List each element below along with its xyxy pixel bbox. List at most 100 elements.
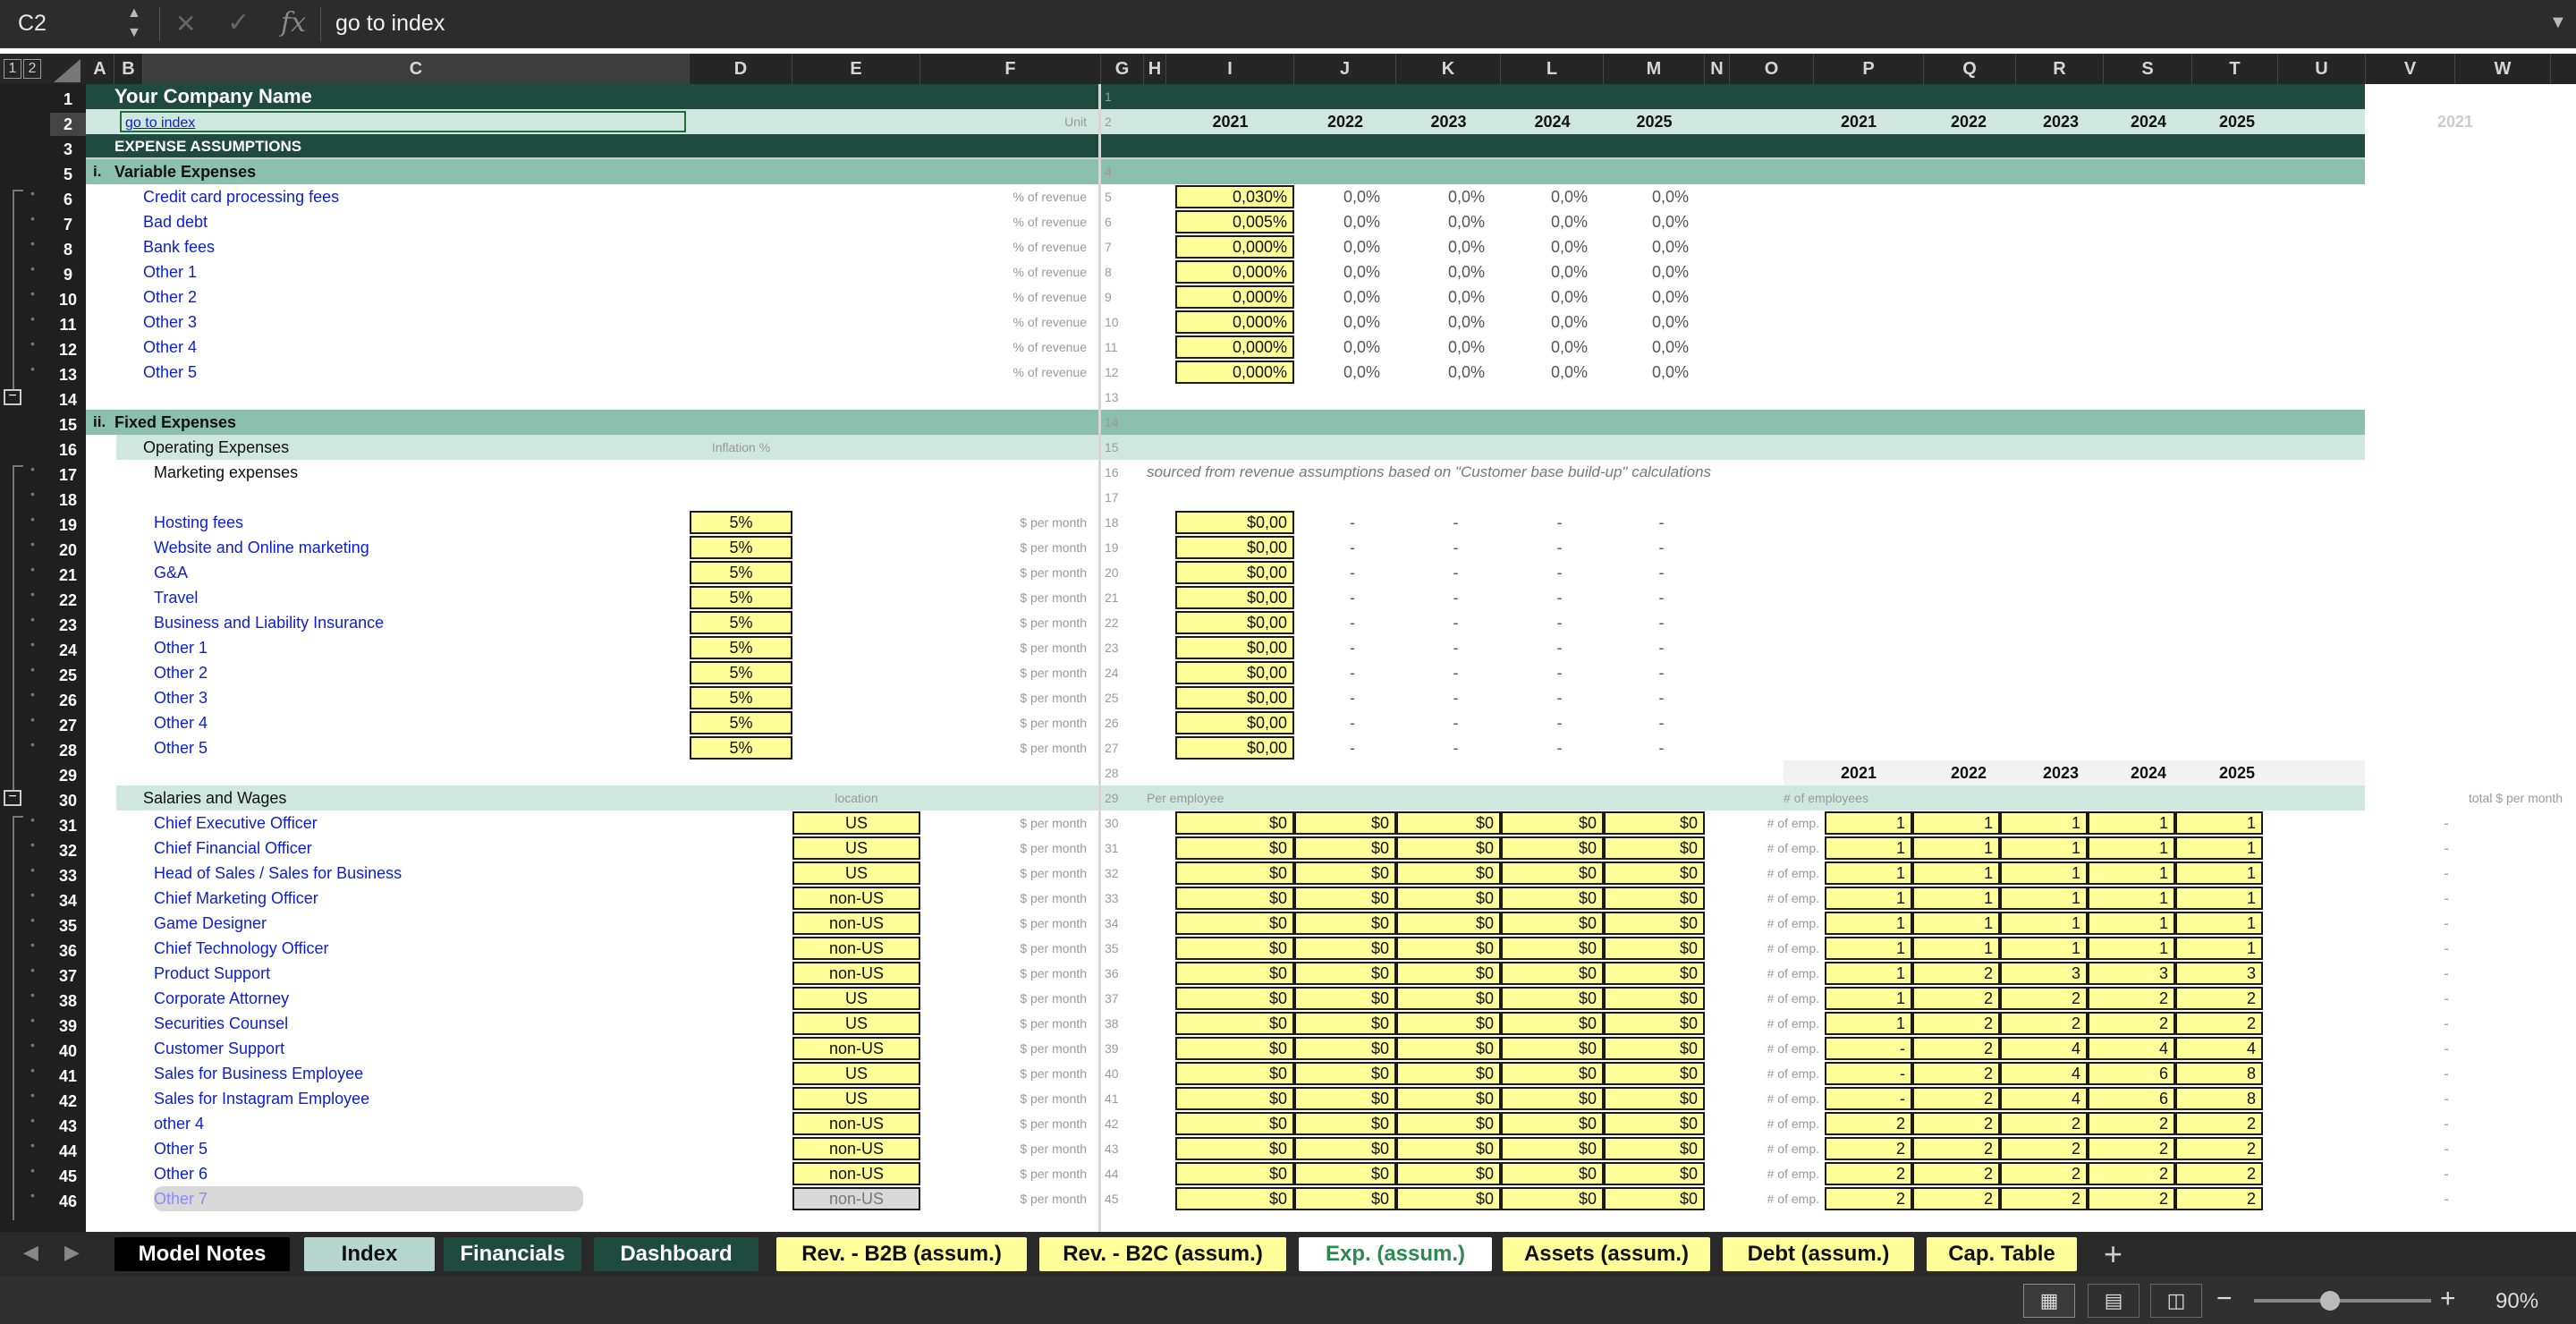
employee-count-input[interactable]: 4 xyxy=(2088,1037,2175,1060)
row-header-45[interactable]: 45 xyxy=(50,1165,86,1188)
salary-input[interactable]: $0 xyxy=(1396,861,1501,885)
fixed-expense-label[interactable]: Travel xyxy=(154,585,583,610)
salary-input[interactable]: $0 xyxy=(1604,887,1705,910)
employee-role-label[interactable]: other 4 xyxy=(154,1111,583,1136)
salary-input[interactable]: $0 xyxy=(1604,811,1705,835)
salary-input[interactable]: $0 xyxy=(1501,1137,1604,1160)
employee-count-input[interactable]: 1 xyxy=(1912,912,2000,935)
inflation-input[interactable]: 5% xyxy=(690,586,792,609)
fixed-expense-label[interactable]: G&A xyxy=(154,560,583,585)
employee-count-input[interactable]: 3 xyxy=(2175,962,2263,985)
row-header-7[interactable]: 7 xyxy=(50,213,86,236)
salary-input[interactable]: $0 xyxy=(1396,1037,1501,1060)
input-cell[interactable]: $0,00 xyxy=(1175,711,1294,734)
employee-count-input[interactable]: 2 xyxy=(2175,1012,2263,1035)
row-header-9[interactable]: 9 xyxy=(50,263,86,286)
salary-input[interactable]: $0 xyxy=(1501,912,1604,935)
inflation-input[interactable]: 5% xyxy=(690,736,792,760)
employee-count-input[interactable]: 2 xyxy=(2175,1162,2263,1185)
formula-input[interactable]: go to index xyxy=(335,11,445,37)
row-header-29[interactable]: 29 xyxy=(50,764,86,787)
expense-label[interactable]: Credit card processing fees xyxy=(143,184,590,209)
fixed-expense-label[interactable]: Other 2 xyxy=(154,660,583,685)
row-header-16[interactable]: 16 xyxy=(50,438,86,462)
salary-input[interactable]: $0 xyxy=(1604,987,1705,1010)
employee-count-input[interactable]: 2 xyxy=(2175,1187,2263,1210)
salary-input[interactable]: $0 xyxy=(1396,1087,1501,1110)
salary-input[interactable]: $0 xyxy=(1604,1162,1705,1185)
salary-input[interactable]: $0 xyxy=(1294,861,1396,885)
employee-count-input[interactable]: 1 xyxy=(1825,987,1912,1010)
employee-count-input[interactable]: 1 xyxy=(2000,836,2088,860)
salary-input[interactable]: $0 xyxy=(1396,987,1501,1010)
name-box[interactable]: C2 xyxy=(18,11,47,37)
salary-input[interactable]: $0 xyxy=(1294,1162,1396,1185)
employee-role-label[interactable]: Other 7 xyxy=(154,1186,583,1211)
employee-count-input[interactable]: 1 xyxy=(2175,811,2263,835)
employee-count-input[interactable]: 1 xyxy=(2175,836,2263,860)
employee-count-input[interactable]: 2 xyxy=(2175,987,2263,1010)
row-header-40[interactable]: 40 xyxy=(50,1040,86,1063)
cancel-icon[interactable]: ✕ xyxy=(175,9,196,38)
employee-count-input[interactable]: 2 xyxy=(1825,1112,1912,1135)
employee-role-label[interactable]: Sales for Business Employee xyxy=(154,1061,583,1086)
employee-count-input[interactable]: 2 xyxy=(2000,1012,2088,1035)
salary-input[interactable]: $0 xyxy=(1396,962,1501,985)
go-to-index-link[interactable]: go to index xyxy=(120,111,686,132)
employee-count-input[interactable]: 1 xyxy=(2000,887,2088,910)
location-input[interactable]: non-US xyxy=(792,1112,920,1135)
salary-input[interactable]: $0 xyxy=(1175,887,1294,910)
column-header-r[interactable]: R xyxy=(2016,54,2104,84)
location-input[interactable]: non-US xyxy=(792,912,920,935)
column-header-n[interactable]: N xyxy=(1705,54,1730,84)
input-cell[interactable]: $0,00 xyxy=(1175,661,1294,684)
row-header-13[interactable]: 13 xyxy=(50,363,86,386)
confirm-icon[interactable]: ✓ xyxy=(227,7,250,38)
sheet-tab-cap-table[interactable]: Cap. Table xyxy=(1927,1237,2077,1271)
employee-count-input[interactable]: 1 xyxy=(2088,811,2175,835)
salary-input[interactable]: $0 xyxy=(1501,1187,1604,1210)
salary-input[interactable]: $0 xyxy=(1175,1087,1294,1110)
employee-count-input[interactable]: 2 xyxy=(1912,1087,2000,1110)
employee-count-input[interactable]: 2 xyxy=(2088,1112,2175,1135)
row-header-33[interactable]: 33 xyxy=(50,864,86,887)
expense-label[interactable]: Other 5 xyxy=(143,360,590,385)
sheet-tab-index[interactable]: Index xyxy=(304,1237,435,1271)
employee-role-label[interactable]: Head of Sales / Sales for Business xyxy=(154,861,583,886)
column-header-i[interactable]: I xyxy=(1166,54,1294,84)
salary-input[interactable]: $0 xyxy=(1294,836,1396,860)
employee-role-label[interactable]: Product Support xyxy=(154,961,583,986)
employee-count-input[interactable]: 2 xyxy=(2000,1187,2088,1210)
add-sheet-button[interactable]: + xyxy=(2104,1235,2123,1273)
row-header-22[interactable]: 22 xyxy=(50,589,86,612)
salary-input[interactable]: $0 xyxy=(1396,836,1501,860)
salary-input[interactable]: $0 xyxy=(1501,1037,1604,1060)
salary-input[interactable]: $0 xyxy=(1294,1112,1396,1135)
salary-input[interactable]: $0 xyxy=(1396,1062,1501,1085)
input-cell[interactable]: $0,00 xyxy=(1175,536,1294,559)
input-cell[interactable]: $0,00 xyxy=(1175,611,1294,634)
location-input[interactable]: non-US xyxy=(792,1037,920,1060)
column-header-t[interactable]: T xyxy=(2192,54,2278,84)
sheet-tab-dashboard[interactable]: Dashboard xyxy=(594,1237,758,1271)
employee-count-input[interactable]: 1 xyxy=(1825,811,1912,835)
salary-input[interactable]: $0 xyxy=(1175,861,1294,885)
employee-count-input[interactable]: 2 xyxy=(2175,1112,2263,1135)
salary-input[interactable]: $0 xyxy=(1175,912,1294,935)
employee-count-input[interactable]: 1 xyxy=(1825,861,1912,885)
column-header-b[interactable]: B xyxy=(114,54,143,84)
employee-role-label[interactable]: Sales for Instagram Employee xyxy=(154,1086,583,1111)
employee-role-label[interactable]: Game Designer xyxy=(154,911,583,936)
employee-count-input[interactable]: 2 xyxy=(1825,1187,1912,1210)
salary-input[interactable]: $0 xyxy=(1501,861,1604,885)
salary-input[interactable]: $0 xyxy=(1604,962,1705,985)
salary-input[interactable]: $0 xyxy=(1501,962,1604,985)
salary-input[interactable]: $0 xyxy=(1396,912,1501,935)
row-header-34[interactable]: 34 xyxy=(50,889,86,912)
sheet-tab-rev-b2b-assum[interactable]: Rev. - B2B (assum.) xyxy=(776,1237,1027,1271)
salary-input[interactable]: $0 xyxy=(1294,987,1396,1010)
row-header-31[interactable]: 31 xyxy=(50,814,86,837)
sheet-tab-debt-assum[interactable]: Debt (assum.) xyxy=(1723,1237,1914,1271)
salary-input[interactable]: $0 xyxy=(1604,912,1705,935)
location-input[interactable]: US xyxy=(792,1062,920,1085)
